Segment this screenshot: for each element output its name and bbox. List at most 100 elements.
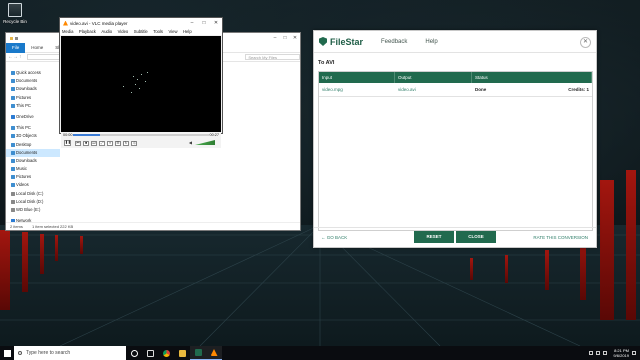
nav-item-downloads[interactable]: Downloads	[6, 85, 60, 93]
cortana-button[interactable]	[126, 346, 142, 360]
menu-help[interactable]: Help	[183, 29, 192, 34]
status-cell: Done Credits: 1	[472, 83, 592, 96]
taskbar: Type here to search 8:21 PM 9/6/2019	[0, 346, 640, 360]
system-tray: 8:21 PM 9/6/2019	[586, 346, 636, 360]
chrome-icon	[162, 349, 170, 357]
shuffle-button[interactable]: ⤨	[131, 140, 137, 146]
nav-item-3d-objects[interactable]: 3D Objects	[6, 132, 60, 140]
vlc-video-area[interactable]	[61, 36, 221, 132]
nav-item-desktop[interactable]: Desktop	[6, 141, 60, 149]
seek-bar[interactable]	[73, 134, 209, 136]
vlc-close-button[interactable]: ✕	[210, 18, 222, 28]
menu-tools[interactable]: Tools	[153, 29, 163, 34]
go-back-link[interactable]: ← GO BACK	[321, 235, 347, 240]
nav-item-label: Local Disk (D:)	[16, 198, 44, 204]
filestar-taskbar-app[interactable]	[190, 346, 206, 360]
nav-item-downloads-pc[interactable]: Downloads	[6, 157, 60, 165]
speaker-icon[interactable]	[603, 351, 608, 355]
maximize-button[interactable]: □	[280, 33, 290, 43]
computer-icon	[11, 103, 15, 108]
vlc-cone-icon	[210, 349, 218, 356]
nav-item-local-disk-d[interactable]: Local Disk (D:)	[6, 198, 60, 206]
pictures-icon	[11, 95, 15, 100]
drive-icon	[11, 199, 15, 204]
recycle-bin-icon	[8, 3, 22, 17]
nav-item-this-pc[interactable]: This PC	[6, 102, 60, 110]
input-file-link[interactable]: video.mpg	[319, 83, 395, 96]
loop-button[interactable]: ↻	[123, 140, 129, 146]
next-button[interactable]: ⏭	[91, 140, 97, 146]
nav-item-music[interactable]: Music	[6, 165, 60, 173]
nav-item-label: Videos	[16, 182, 29, 188]
red-light-pillar	[22, 232, 28, 292]
menu-media[interactable]: Media	[62, 29, 73, 34]
explorer-search-input[interactable]: Search My Files	[245, 54, 300, 60]
nav-item-pictures[interactable]: Pictures	[6, 94, 60, 102]
menu-subtitle[interactable]: Subtitle	[134, 29, 148, 34]
output-file-link[interactable]: video.avi	[395, 83, 472, 96]
taskbar-search-box[interactable]: Type here to search	[14, 346, 126, 360]
nav-help[interactable]: Help	[425, 39, 437, 45]
nav-item-onedrive[interactable]: OneDrive	[6, 113, 60, 121]
nav-item-local-disk-c[interactable]: Local Disk (C:)	[6, 190, 60, 198]
extended-settings-button[interactable]: ≡	[107, 140, 113, 146]
tab-file[interactable]: File	[6, 42, 26, 53]
filestar-window: FileStar Feedback Help ✕ To AVI Input Ou…	[313, 30, 597, 248]
table-header: Input Output Status	[319, 72, 592, 83]
nav-item-quick-access[interactable]: Quick access	[6, 69, 60, 77]
clock[interactable]: 8:21 PM 9/6/2019	[613, 348, 629, 358]
shield-icon	[319, 37, 327, 46]
menu-view[interactable]: View	[169, 29, 178, 34]
rate-conversion-link[interactable]: RATE THIS CONVERSION	[533, 235, 588, 240]
network-icon[interactable]	[596, 351, 601, 355]
nav-feedback[interactable]: Feedback	[381, 39, 407, 45]
nav-item-label: Documents	[16, 149, 38, 155]
red-light-pillar	[55, 235, 58, 261]
recycle-bin-shortcut[interactable]: Recycle Bin	[3, 3, 27, 24]
chrome-taskbar-app[interactable]	[158, 346, 174, 360]
vlc-maximize-button[interactable]: □	[198, 18, 210, 28]
nav-item-label: This PC	[16, 125, 31, 131]
pause-button[interactable]: ❚❚	[64, 140, 71, 146]
volume-slider[interactable]	[195, 140, 215, 145]
nav-item-this-pc-root[interactable]: This PC	[6, 124, 60, 132]
menu-audio[interactable]: Audio	[101, 29, 112, 34]
chevron-up-icon[interactable]	[589, 351, 594, 355]
red-light-pillar	[0, 230, 10, 310]
task-view-button[interactable]	[142, 346, 158, 360]
close-icon[interactable]: ✕	[580, 37, 591, 48]
vlc-window-controls: – □ ✕	[186, 18, 222, 28]
selection-info: 1 item selected 222 KB	[32, 224, 74, 229]
notifications-icon[interactable]	[632, 351, 636, 355]
vlc-minimize-button[interactable]: –	[186, 18, 198, 28]
tab-home[interactable]: Home	[25, 43, 49, 53]
volume-icon[interactable]: ◀	[189, 140, 192, 145]
fullscreen-button[interactable]: ⤢	[99, 140, 105, 146]
close-button[interactable]: ✕	[290, 33, 300, 43]
nav-item-wd-blue-e[interactable]: WD Blue (E:)	[6, 206, 60, 214]
start-button[interactable]	[0, 346, 14, 360]
explorer-taskbar-app[interactable]	[174, 346, 190, 360]
nav-item-documents-pc[interactable]: Documents	[6, 148, 60, 157]
nav-item-label: Pictures	[16, 94, 32, 100]
previous-button[interactable]: ⏮	[75, 140, 81, 146]
menu-video[interactable]: Video	[118, 29, 129, 34]
nav-item-videos[interactable]: Videos	[6, 181, 60, 189]
menu-playback[interactable]: Playback	[79, 29, 96, 34]
reset-button[interactable]: RESET	[414, 231, 454, 243]
go-back-label: GO BACK	[326, 235, 348, 240]
playlist-button[interactable]: ☰	[115, 140, 121, 146]
quick-access-toolbar-icon[interactable]	[15, 36, 18, 40]
video-sparkle	[141, 74, 143, 76]
stop-button[interactable]: ■	[83, 140, 89, 146]
up-arrow-icon[interactable]: ↑	[18, 54, 23, 60]
close-button[interactable]: CLOSE	[456, 231, 496, 243]
conversion-table: Input Output Status video.mpg video.avi …	[318, 71, 593, 231]
filestar-footer: ← GO BACK RESET CLOSE RATE THIS CONVERSI…	[314, 227, 596, 247]
minimize-button[interactable]: –	[270, 33, 280, 43]
vlc-taskbar-app[interactable]	[206, 346, 222, 360]
nav-item-documents[interactable]: Documents	[6, 77, 60, 85]
nav-item-pictures-pc[interactable]: Pictures	[6, 173, 60, 181]
drive-icon	[11, 191, 15, 196]
video-sparkle	[131, 92, 133, 94]
